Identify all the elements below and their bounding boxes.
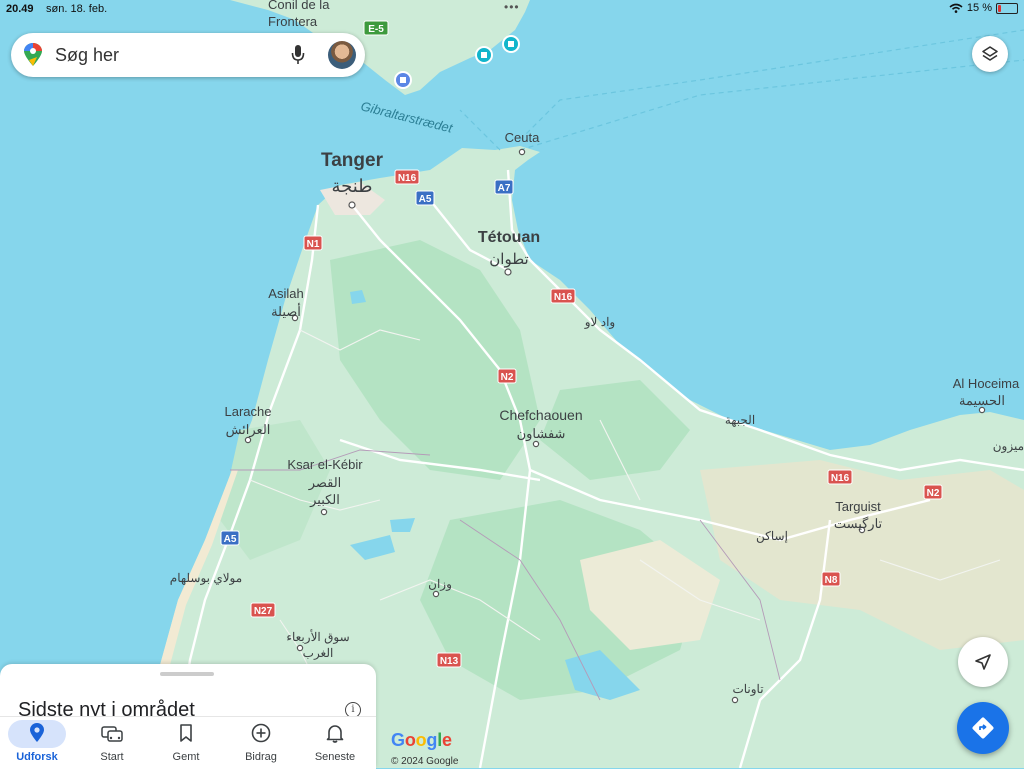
place-label: تاونات [732, 682, 763, 696]
road-shield-e5: E-5 [363, 20, 389, 36]
place-label: طنجة [331, 176, 372, 196]
layers-button[interactable] [972, 36, 1008, 72]
road-shield-label: E-5 [368, 24, 384, 35]
road-shield-label: N2 [501, 372, 514, 383]
bell-icon [326, 725, 344, 743]
place-label: Asilah [268, 286, 303, 301]
place-label: أصيلة [271, 303, 301, 319]
road-shield-n16-c: N16 [827, 469, 853, 485]
location-pin-icon [30, 723, 44, 742]
google-logo-letter: o [415, 730, 427, 750]
directions-icon [972, 717, 994, 739]
place-label: Tétouan [478, 229, 540, 246]
tab-label: Udforsk [16, 751, 58, 763]
place-label: إساكن [756, 529, 788, 544]
place-label: Chefchaouen [499, 407, 582, 423]
battery-percent: 15 % [966, 2, 992, 14]
place-label: Ceuta [505, 130, 540, 145]
road-shield-a5-b: A5 [220, 530, 240, 546]
maps-pin-icon [24, 43, 42, 66]
layers-icon [982, 46, 998, 61]
road-shield-label: A5 [224, 534, 237, 545]
status-right: 15 % [949, 2, 1018, 14]
road-shield-label: N27 [254, 606, 273, 617]
road-shield-n13: N13 [436, 652, 462, 668]
tab-label: Seneste [314, 751, 356, 763]
road-shield-n2-a: N2 [497, 368, 517, 384]
road-shield-label: N16 [831, 473, 850, 484]
battery-fill [998, 4, 1001, 12]
google-logo: Google [391, 730, 452, 751]
place-label: الجبهة [725, 413, 755, 427]
road-shield-label: N16 [554, 292, 573, 303]
tab-updates[interactable]: Seneste [298, 717, 372, 769]
place-label: تارگيست [834, 516, 883, 532]
place-label: Ksar el-Kébir [287, 457, 363, 472]
map-canvas[interactable]: Conil de la Frontera Ceuta Tanger طنجة T… [0, 0, 1024, 768]
copyright-text: © 2024 Google [391, 756, 459, 767]
place-label: Targuist [835, 499, 881, 514]
place-label: شفشاون [517, 426, 566, 442]
place-label: مولاي بوسلهام [170, 571, 242, 585]
place-label: العرائش [226, 422, 271, 438]
road-shield-label: A5 [419, 194, 432, 205]
road-shield-n8: N8 [821, 571, 841, 587]
road-shield-label: N1 [307, 239, 320, 250]
road-shield-n27: N27 [250, 602, 276, 618]
road-shield-label: N16 [398, 173, 417, 184]
google-logo-letter: o [404, 730, 416, 750]
road-shield-a7: A7 [494, 179, 514, 195]
google-logo-letter: g [426, 730, 438, 750]
road-shield-label: N2 [927, 488, 940, 499]
search-input[interactable]: Søg her [55, 45, 119, 66]
road-shield-n2-b: N2 [923, 484, 943, 500]
bookmark-icon [180, 724, 192, 742]
tab-saved[interactable]: Gemt [149, 717, 223, 769]
road-shield-n16-b: N16 [550, 288, 576, 304]
avatar[interactable] [328, 41, 356, 69]
place-label: تطوان [489, 251, 528, 268]
tab-start[interactable]: Start [75, 717, 149, 769]
tab-label: Gemt [172, 751, 200, 763]
wifi-icon [949, 3, 963, 13]
car-icon [101, 726, 123, 742]
place-label: الحسيمة [959, 393, 1005, 408]
place-label: Tanger [321, 150, 384, 171]
place-label: الكبير [309, 492, 340, 508]
microphone-icon[interactable] [291, 44, 305, 66]
search-bar[interactable]: Søg her [11, 33, 365, 77]
tab-explore[interactable]: Udforsk [0, 717, 74, 769]
road-shield-a5-a: A5 [415, 190, 435, 206]
status-date: søn. 18. feb. [46, 3, 108, 15]
status-bar: 20.49 søn. 18. feb. ••• 15 % [0, 0, 1024, 18]
bottom-tab-bar: Udforsk Start Gemt Bidrag Seneste [0, 716, 376, 769]
directions-button[interactable] [957, 702, 1009, 754]
battery-icon [996, 2, 1018, 14]
road-shield-label: N13 [440, 656, 459, 667]
tab-label: Start [100, 751, 124, 763]
google-logo-letter: e [442, 730, 452, 750]
tab-label: Bidrag [245, 751, 277, 763]
status-time: 20.49 [6, 3, 34, 15]
place-label: وزان [428, 577, 452, 591]
place-label: ميزون [993, 439, 1024, 453]
add-circle-icon [251, 723, 271, 743]
google-logo-letter: G [391, 730, 405, 750]
place-label: القصر [308, 475, 342, 491]
navigation-arrow-icon [975, 654, 991, 670]
place-label: Al Hoceima [953, 376, 1020, 391]
sheet-drag-handle[interactable] [160, 672, 214, 676]
road-shield-label: A7 [498, 183, 511, 194]
tab-contribute[interactable]: Bidrag [224, 717, 298, 769]
road-shield-label: N8 [825, 575, 838, 586]
road-shield-n1: N1 [303, 235, 323, 251]
place-label: Larache [225, 404, 272, 419]
road-shield-n16-a: N16 [394, 169, 420, 185]
place-label: الغرب [303, 646, 334, 660]
my-location-button[interactable] [958, 637, 1008, 687]
multitask-dots-icon[interactable]: ••• [504, 0, 520, 14]
place-label: واد لاو [584, 315, 615, 329]
place-label: سوق الأربعاء [286, 629, 349, 644]
